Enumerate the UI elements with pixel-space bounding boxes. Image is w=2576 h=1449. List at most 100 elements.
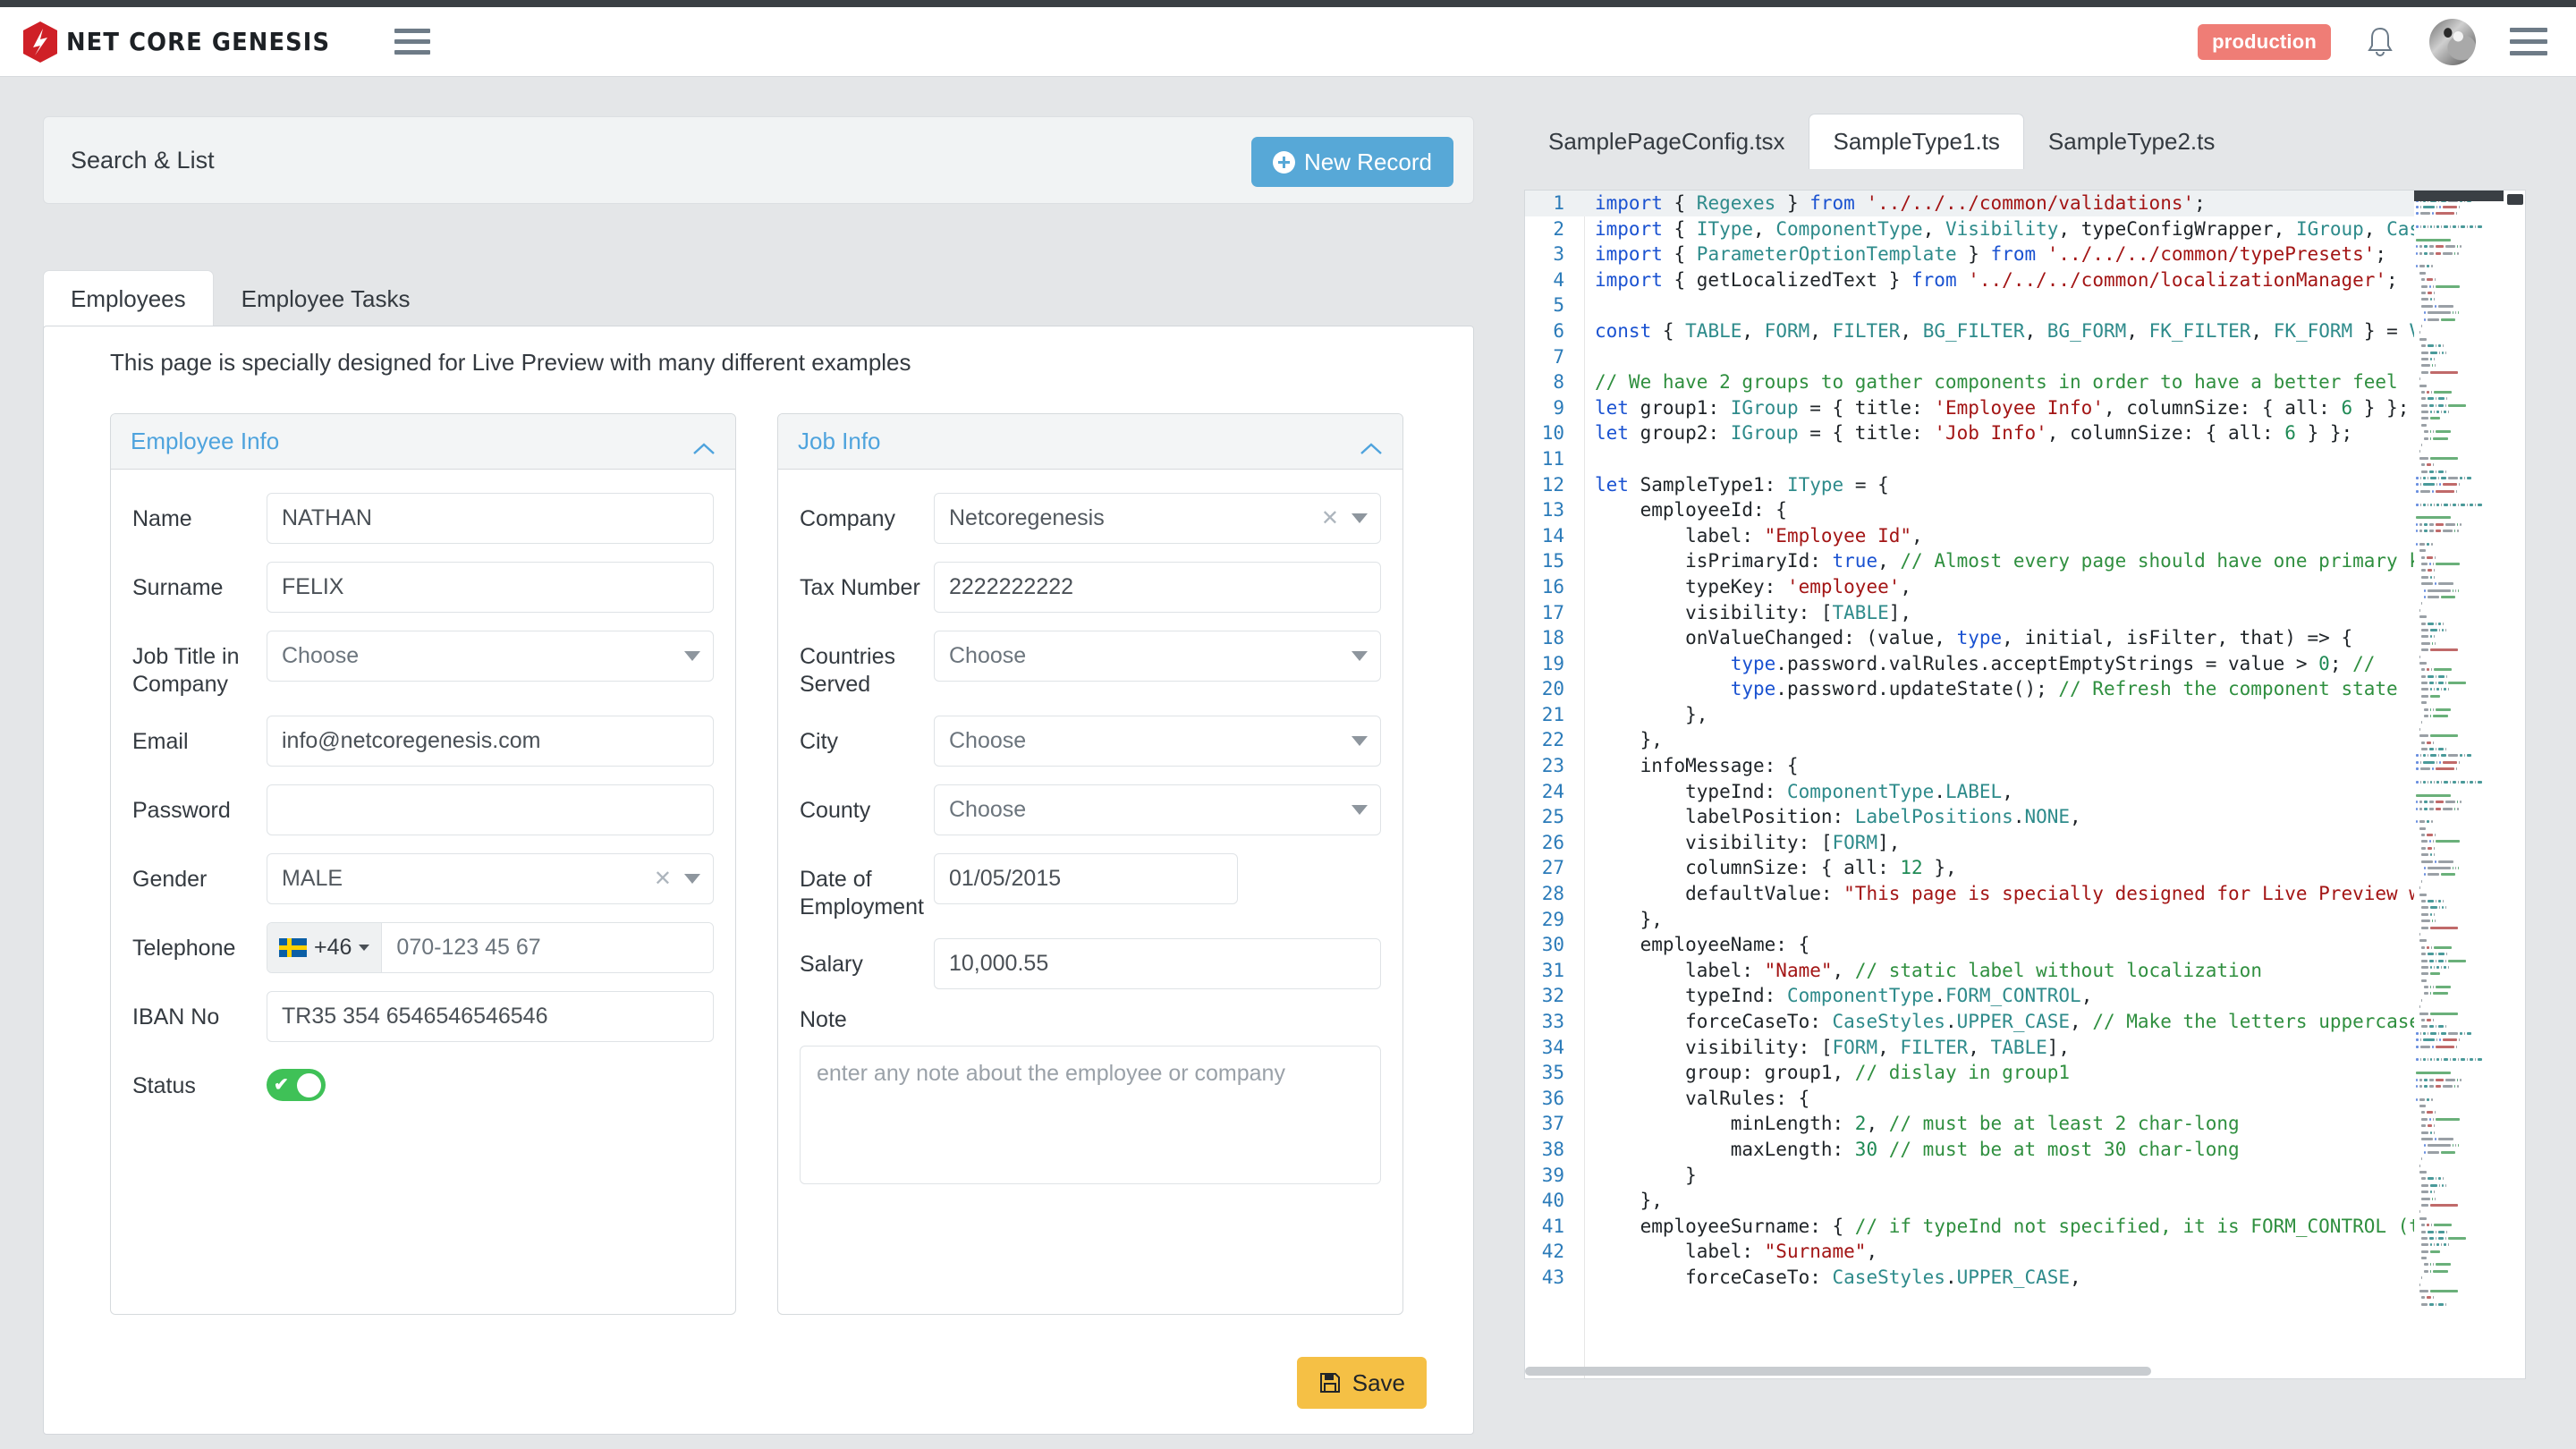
code-line: 5: [1525, 292, 2525, 318]
job-title-value: Choose: [282, 643, 360, 668]
code-line: 33 forceCaseTo: CaseStyles.UPPER_CASE, /…: [1525, 1009, 2525, 1035]
minimap-line: [2414, 871, 2504, 877]
minimap-line: [2414, 746, 2504, 752]
minimap-line: [2414, 336, 2504, 343]
tab-employees[interactable]: Employees: [43, 270, 214, 327]
field-password: Password: [132, 784, 714, 835]
minimap-line: [2414, 640, 2504, 647]
minimap-line: [2414, 1063, 2504, 1070]
line-number: 22: [1541, 729, 1564, 751]
minimap-line: [2414, 508, 2504, 514]
group-employee-info-header[interactable]: Employee Info: [111, 414, 735, 470]
line-number: 25: [1541, 806, 1564, 828]
job-title-select[interactable]: Choose: [267, 631, 714, 682]
city-select[interactable]: Choose: [934, 716, 1381, 767]
chevron-down-icon: [1352, 805, 1368, 815]
minimap-line: [2414, 924, 2504, 930]
code-line: 35 group: group1, // dislay in group1: [1525, 1060, 2525, 1086]
employees-tab-panel: This page is specially designed for Live…: [43, 326, 1474, 1435]
code-text: maxLength: 30 // must be at most 30 char…: [1595, 1138, 2240, 1160]
code-minimap[interactable]: [2414, 191, 2504, 1378]
note-textarea[interactable]: enter any note about the employee or com…: [800, 1046, 1381, 1184]
editor-tab-sampletype2-label: SampleType2.ts: [2047, 128, 2216, 155]
password-input[interactable]: [267, 784, 714, 835]
minimap-line: [2414, 1097, 2504, 1103]
chevron-up-icon[interactable]: [1360, 435, 1383, 454]
countries-served-select[interactable]: Choose: [934, 631, 1381, 682]
minimap-line: [2414, 858, 2504, 864]
field-surname: Surname FELIX: [132, 562, 714, 613]
minimap-line: [2414, 653, 2504, 659]
surname-input[interactable]: FELIX: [267, 562, 714, 613]
field-county: County Choose: [800, 784, 1381, 835]
minimap-line: [2414, 779, 2504, 785]
editor-tab-sampletype2[interactable]: SampleType2.ts: [2024, 114, 2239, 169]
minimap-line: [2414, 812, 2504, 818]
code-text: forceCaseTo: CaseStyles.UPPER_CASE,: [1595, 1266, 2081, 1288]
sidebar-toggle-icon[interactable]: [394, 29, 430, 55]
telephone-input[interactable]: 070-123 45 67: [382, 923, 713, 972]
minimap-line: [2414, 805, 2504, 811]
minimap-line: [2414, 984, 2504, 990]
minimap-line: [2414, 594, 2504, 600]
new-record-button[interactable]: New Record: [1250, 137, 1453, 187]
minimap-line: [2414, 1023, 2504, 1030]
country-code-selector[interactable]: +46: [267, 923, 383, 972]
avatar[interactable]: [2429, 18, 2476, 65]
minimap-line: [2414, 1202, 2504, 1208]
minimap-viewport[interactable]: [2414, 191, 2504, 201]
status-toggle[interactable]: ✔: [267, 1069, 326, 1101]
editor-tab-sampletype1[interactable]: SampleType1.ts: [1809, 114, 2024, 169]
tab-employee-tasks[interactable]: Employee Tasks: [214, 270, 438, 327]
code-line: 42 label: "Surname",: [1525, 1239, 2525, 1265]
minimap-line: [2414, 845, 2504, 852]
email-input[interactable]: info@netcoregenesis.com: [267, 716, 714, 767]
minimap-line: [2414, 1103, 2504, 1109]
editor-tab-samplepageconfig[interactable]: SamplePageConfig.tsx: [1524, 114, 1809, 169]
company-select[interactable]: Netcoregenesis ✕: [934, 493, 1381, 544]
code-text: minLength: 2, // must be at least 2 char…: [1595, 1113, 2240, 1135]
minimap-line: [2414, 296, 2504, 302]
minimap-line: [2414, 785, 2504, 792]
minimap-line: [2414, 210, 2504, 216]
chevron-up-icon[interactable]: [692, 435, 716, 454]
code-horizontal-scrollbar[interactable]: [1525, 1364, 2464, 1378]
code-hscrollbar-thumb[interactable]: [1525, 1367, 2151, 1376]
settings-menu-icon[interactable]: [2510, 28, 2547, 55]
code-line: 31 label: "Name", // static label withou…: [1525, 958, 2525, 984]
field-date-of-employment: Date of Employment 01/05/2015: [800, 853, 1381, 920]
save-button[interactable]: Save: [1296, 1357, 1427, 1409]
name-input[interactable]: NATHAN: [267, 493, 714, 544]
clear-icon[interactable]: ✕: [1321, 507, 1339, 530]
bell-icon[interactable]: [2365, 25, 2395, 59]
minimap-line: [2414, 977, 2504, 983]
iban-input[interactable]: TR35 354 6546546546546: [267, 991, 714, 1042]
code-text: },: [1595, 703, 1708, 725]
tax-number-input[interactable]: 2222222222: [934, 562, 1381, 613]
line-number: 20: [1541, 678, 1564, 700]
code-vertical-scrollbar[interactable]: [2504, 191, 2525, 1378]
top-accent-bar: [0, 0, 2576, 7]
editor-tabs: SamplePageConfig.tsx SampleType1.ts Samp…: [1524, 113, 2239, 169]
salary-input[interactable]: 10,000.55: [934, 938, 1381, 989]
code-line: 39 }: [1525, 1163, 2525, 1189]
brand-logo[interactable]: NET CORE GENESIS: [21, 21, 353, 64]
minimap-line: [2414, 726, 2504, 733]
minimap-line: [2414, 964, 2504, 970]
code-scrollbar-thumb[interactable]: [2507, 194, 2523, 205]
chevron-down-icon: [684, 651, 700, 661]
minimap-line: [2414, 951, 2504, 957]
line-number: 12: [1541, 473, 1564, 496]
group-job-info-header[interactable]: Job Info: [778, 414, 1402, 470]
chevron-down-icon: [1352, 513, 1368, 523]
minimap-line: [2414, 580, 2504, 587]
minimap-line: [2414, 290, 2504, 296]
code-viewer[interactable]: ✔ 1import { Regexes } from '../../../com…: [1524, 190, 2526, 1379]
minimap-line: [2414, 448, 2504, 454]
date-of-employment-input[interactable]: 01/05/2015: [934, 853, 1238, 904]
clear-icon[interactable]: ✕: [654, 868, 672, 890]
minimap-line: [2414, 1083, 2504, 1089]
county-select[interactable]: Choose: [934, 784, 1381, 835]
gender-select[interactable]: MALE ✕: [267, 853, 714, 904]
minimap-line: [2414, 818, 2504, 825]
